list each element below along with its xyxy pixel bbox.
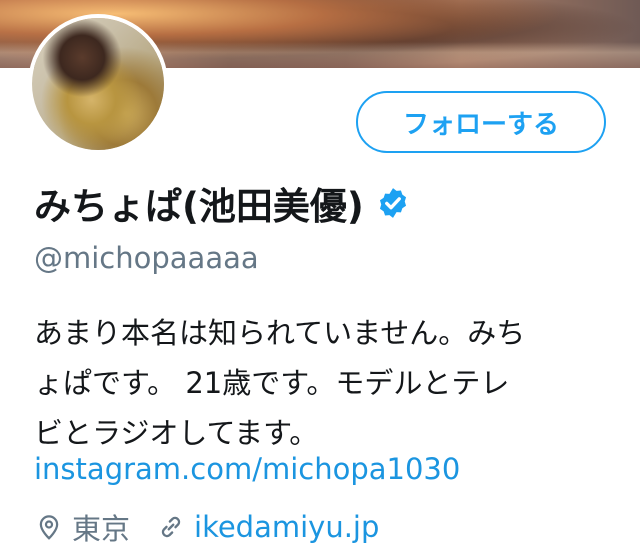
follow-button[interactable]: フォローする xyxy=(356,91,606,153)
location-text: 東京 xyxy=(72,512,131,546)
avatar[interactable] xyxy=(28,14,168,154)
bio-line: ょぱです。 21歳です。モデルとテレ xyxy=(34,366,510,400)
bio-line: ビとラジオしてます。 xyxy=(34,416,319,450)
website[interactable]: ikedamiyu.jp xyxy=(156,510,379,544)
display-name-row: みちょぱ(池田美優) xyxy=(34,178,410,228)
link-icon xyxy=(161,516,181,538)
bio-instagram-link[interactable]: instagram.com/michopa1030 xyxy=(34,452,460,486)
username-handle: @michopaaaaa xyxy=(34,241,259,275)
avatar-photo xyxy=(32,18,164,150)
website-link[interactable]: ikedamiyu.jp xyxy=(194,510,379,544)
location-pin-icon xyxy=(39,515,59,540)
profile-meta: 東京 ikedamiyu.jp xyxy=(34,507,379,547)
verified-badge-icon xyxy=(376,186,410,220)
bio-line: あまり本名は知られていません。みち xyxy=(34,316,526,350)
location: 東京 xyxy=(34,506,130,548)
bio: あまり本名は知られていません。みち ょぱです。 21歳です。モデルとテレ ビとラ… xyxy=(34,308,624,458)
display-name: みちょぱ(池田美優) xyxy=(34,185,364,228)
